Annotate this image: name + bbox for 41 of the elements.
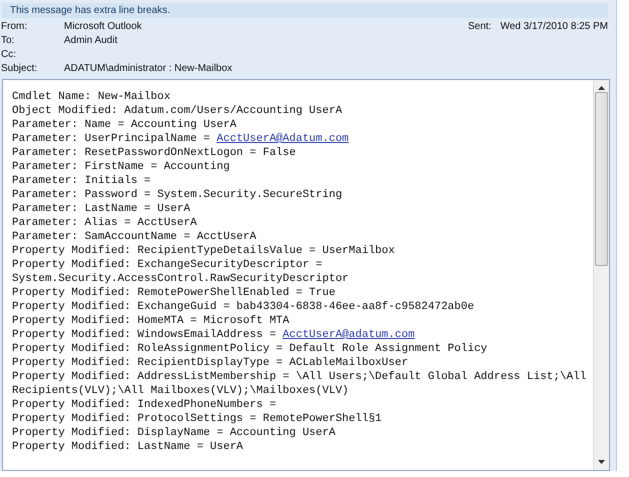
- body-line: Property Modified: ProtocolSettings = RemotePowerShell§1: [12, 412, 383, 426]
- sent-label: Sent:: [468, 20, 492, 32]
- header-value: Admin Audit: [64, 34, 118, 46]
- body-line: Property Modified: DisplayName = Accounting UserA: [12, 426, 336, 440]
- body-line: Property Modified: ExchangeSecurityDescriptor =: [12, 258, 324, 272]
- body-line: Property Modified: RecipientTypeDetailsValue = UserMailbox: [12, 244, 396, 258]
- email-link[interactable]: AcctUserA@adatum.com: [282, 329, 415, 341]
- info-bar: This message has extra line breaks.: [2, 3, 608, 18]
- body-line: Parameter: SamAccountName = AcctUserA: [12, 230, 258, 244]
- body-line: Property Modified: RemotePowerShellEnabled = True: [12, 286, 336, 300]
- body-line: Property Modified: WindowsEmailAddress = AcctUserA@adatum.com: [12, 328, 416, 342]
- body-line: Property Modified: LastName = UserA: [12, 440, 244, 454]
- header-label: Cc:: [1, 48, 17, 60]
- up-arrow-icon[interactable]: [598, 86, 605, 90]
- scrollbar-thumb[interactable]: [595, 92, 608, 266]
- header-value: ADATUM\administrator : New-Mailbox: [64, 62, 234, 74]
- body-line: System.Security.AccessControl.RawSecurityDescriptor: [12, 272, 350, 286]
- body-line: Property Modified: IndexedPhoneNumbers =: [12, 398, 278, 412]
- body-line: Property Modified: AddressListMembership = \All Users;\Default Global Address List;\All: [12, 370, 588, 384]
- body-line: Parameter: Password = System.Security.SecureString: [12, 188, 344, 202]
- header-label: To:: [1, 34, 16, 46]
- header-label: Subject:: [1, 62, 38, 74]
- down-arrow-icon[interactable]: [598, 460, 605, 464]
- body-line: Property Modified: HomeMTA = Microsoft MTA: [12, 314, 290, 328]
- body-line: Parameter: FirstName = Accounting: [12, 160, 231, 174]
- body-line: Property Modified: ExchangeGuid = bab43304-6838-46ee-aa8f-c9582472ab0e: [12, 300, 476, 314]
- header-label: From:: [1, 20, 28, 32]
- body-line: Property Modified: RecipientDisplayType = ACLableMailboxUser: [12, 356, 410, 370]
- body-line: Object Modified: Adatum.com/Users/Accounting UserA: [12, 104, 344, 118]
- body-line: Parameter: UserPrincipalName = AcctUserA@Adatum.com: [12, 132, 350, 146]
- body-line: Parameter: ResetPasswordOnNextLogon = False: [12, 146, 297, 160]
- body-line: Cmdlet Name: New-Mailbox: [12, 90, 172, 104]
- body-line: Parameter: Alias = AcctUserA: [12, 216, 198, 230]
- sent-value: Wed 3/17/2010 8:25 PM: [500, 20, 608, 32]
- email-link[interactable]: AcctUserA@Adatum.com: [216, 133, 349, 145]
- body-line: Recipients(VLV);\All Mailboxes(VLV);\Mailboxes(VLV): [12, 384, 350, 398]
- body-line: Parameter: LastName = UserA: [12, 202, 192, 216]
- header-value: Microsoft Outlook: [64, 20, 143, 32]
- body-line: Property Modified: RoleAssignmentPolicy = Default Role Assignment Policy: [12, 342, 488, 356]
- body-line: Parameter: Initials =: [12, 174, 152, 188]
- body-line: Parameter: Name = Accounting UserA: [12, 118, 238, 132]
